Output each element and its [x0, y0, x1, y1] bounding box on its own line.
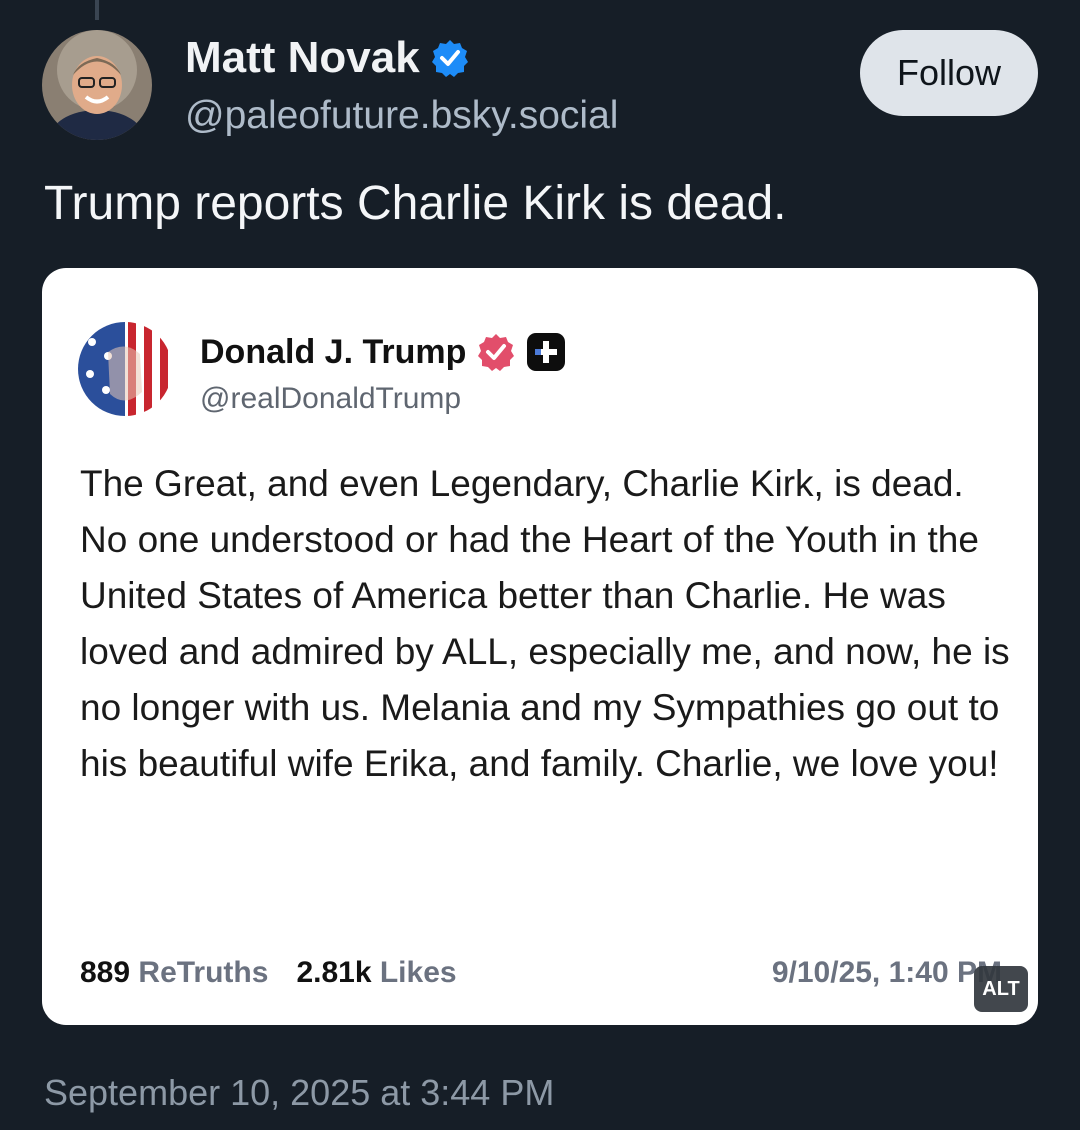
embed-name-row: Donald J. Trump — [200, 332, 566, 372]
post-timestamp: September 10, 2025 at 3:44 PM — [44, 1072, 555, 1113]
embed-timestamp: 9/10/25, 1:40 PM — [771, 956, 1002, 989]
likes-count: 2.81k — [296, 956, 372, 989]
author-handle[interactable]: @paleofuture.bsky.social — [185, 94, 618, 138]
verified-badge-icon — [431, 40, 468, 77]
thread-line — [95, 0, 99, 20]
embedded-image[interactable]: Donald J. Trump @realDonaldTrump The Gre… — [42, 268, 1038, 1025]
embed-post-body: The Great, and even Legendary, Charlie K… — [80, 463, 1010, 784]
plus-badge-icon — [527, 333, 566, 371]
truth-verified-icon — [478, 334, 515, 371]
embed-avatar — [78, 322, 172, 416]
author-name[interactable]: Matt Novak — [185, 36, 420, 80]
post-text: Trump reports Charlie Kirk is dead. — [44, 177, 787, 230]
retruths-stat: 889 ReTruths — [80, 956, 268, 990]
embed-stats: 889 ReTruths 2.81k Likes — [80, 956, 457, 990]
embed-author-handle: @realDonaldTrump — [200, 382, 462, 415]
likes-stat: 2.81k Likes — [296, 956, 456, 990]
retruths-label: ReTruths — [138, 956, 269, 989]
author-avatar[interactable] — [42, 30, 152, 140]
embed-author-name: Donald J. Trump — [200, 332, 467, 371]
author-name-row: Matt Novak — [185, 36, 470, 80]
alt-text-button[interactable]: ALT — [974, 966, 1028, 1012]
follow-button[interactable]: Follow — [860, 30, 1038, 116]
likes-label: Likes — [379, 956, 457, 989]
retruths-count: 889 — [80, 956, 131, 989]
